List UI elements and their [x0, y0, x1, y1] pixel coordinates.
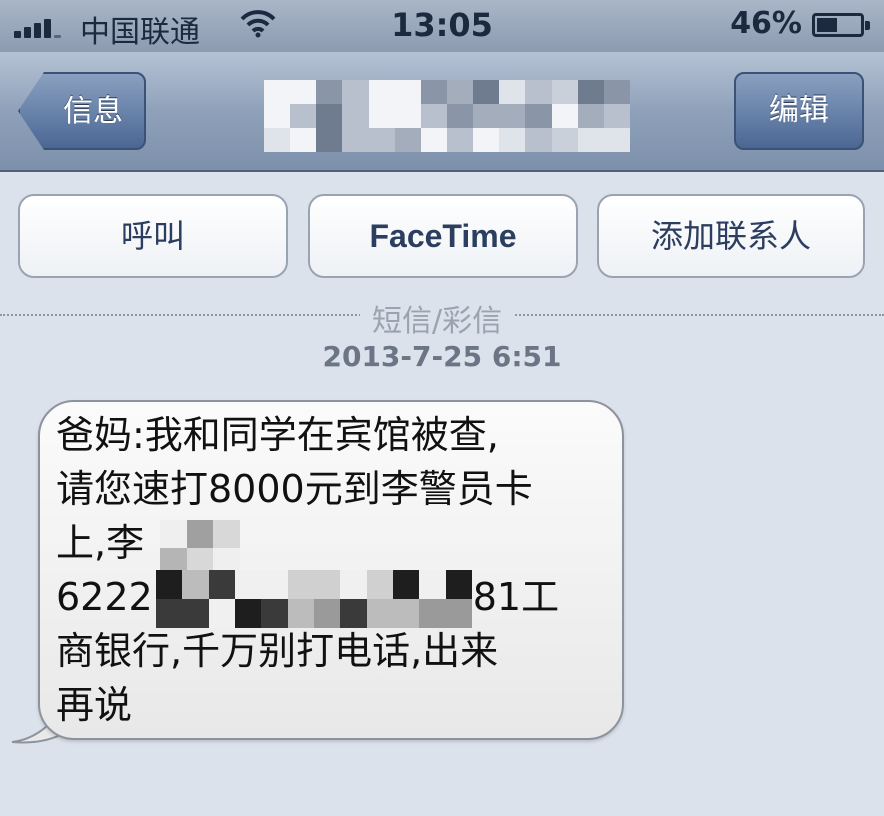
- mosaic-cell: [446, 80, 474, 104]
- mosaic-cell: [182, 599, 209, 628]
- mosaic-cell: [290, 128, 317, 152]
- mosaic-cell: [551, 104, 578, 128]
- redacted-card-mosaic: [156, 570, 472, 628]
- mosaic-cell: [525, 80, 552, 104]
- mosaic-cell: [393, 599, 420, 628]
- mosaic-cell: [156, 570, 183, 599]
- mosaic-cell: [208, 599, 235, 628]
- mosaic-cell: [182, 570, 209, 599]
- call-button[interactable]: 呼叫: [18, 194, 288, 278]
- mosaic-cell: [419, 570, 446, 599]
- status-bar: 中国联通 13:05 46%: [0, 0, 884, 52]
- add-contact-button[interactable]: 添加联系人: [597, 194, 865, 278]
- mosaic-cell: [314, 599, 341, 628]
- mosaic-cell: [235, 599, 262, 628]
- mosaic-cell: [499, 80, 526, 104]
- mosaic-cell: [577, 128, 604, 152]
- mosaic-cell: [445, 599, 472, 628]
- mosaic-cell: [446, 128, 474, 152]
- mosaic-cell: [264, 104, 291, 128]
- mosaic-cell: [186, 520, 214, 548]
- mosaic-cell: [603, 128, 630, 152]
- mosaic-cell: [445, 570, 472, 599]
- mosaic-cell: [368, 128, 395, 152]
- mosaic-cell: [261, 599, 288, 628]
- mosaic-cell: [420, 80, 447, 104]
- mosaic-cell: [366, 599, 393, 628]
- mosaic-cell: [473, 104, 500, 128]
- mosaic-cell: [160, 520, 187, 548]
- mosaic-cell: [368, 104, 395, 128]
- mosaic-cell: [264, 80, 291, 104]
- card-number-start: 6222: [56, 575, 153, 619]
- mosaic-cell: [213, 520, 240, 548]
- mosaic-cell: [316, 104, 343, 128]
- mosaic-cell: [525, 104, 552, 128]
- mosaic-cell: [446, 104, 474, 128]
- mosaic-cell: [342, 104, 369, 128]
- back-button[interactable]: 信息: [18, 72, 146, 150]
- mosaic-cell: [394, 104, 421, 128]
- mosaic-cell: [577, 104, 604, 128]
- mosaic-cell: [603, 104, 630, 128]
- mosaic-cell: [499, 104, 526, 128]
- mosaic-cell: [264, 128, 291, 152]
- mosaic-cell: [316, 80, 343, 104]
- card-number-end: 81工: [472, 575, 560, 619]
- mosaic-cell: [261, 570, 288, 599]
- mosaic-cell: [316, 128, 343, 152]
- mosaic-cell: [419, 599, 446, 628]
- mosaic-cell: [420, 128, 447, 152]
- mosaic-cell: [342, 128, 369, 152]
- mosaic-cell: [473, 80, 500, 104]
- redacted-name-mosaic: [160, 520, 240, 576]
- battery-fill: [817, 18, 838, 32]
- message-line: 再说: [56, 683, 133, 727]
- mosaic-cell: [340, 570, 367, 599]
- edit-button[interactable]: 编辑: [734, 72, 864, 150]
- mosaic-cell: [314, 570, 341, 599]
- mosaic-cell: [340, 599, 367, 628]
- navigation-bar: 信息 编辑: [0, 52, 884, 172]
- mosaic-cell: [499, 128, 526, 152]
- facetime-button[interactable]: FaceTime: [308, 194, 578, 278]
- mosaic-cell: [342, 80, 369, 104]
- mosaic-cell: [156, 599, 183, 628]
- mosaic-cell: [394, 128, 421, 152]
- mosaic-cell: [290, 104, 317, 128]
- battery-icon: [812, 13, 870, 37]
- message-line: 爸妈:我和同学在宾馆被查,: [56, 413, 499, 457]
- mosaic-cell: [393, 570, 420, 599]
- message-timestamp: 2013-7-25 6:51: [322, 340, 562, 373]
- battery-percent: 46%: [730, 6, 802, 41]
- mosaic-cell: [394, 80, 421, 104]
- mosaic-cell: [208, 570, 235, 599]
- mosaic-cell: [287, 599, 314, 628]
- mosaic-cell: [287, 570, 314, 599]
- mosaic-cell: [473, 128, 500, 152]
- mosaic-cell: [366, 570, 393, 599]
- mosaic-cell: [577, 80, 604, 104]
- message-line: 上,李: [56, 521, 145, 565]
- mosaic-cell: [420, 104, 447, 128]
- mosaic-cell: [603, 80, 630, 104]
- mosaic-cell: [525, 128, 552, 152]
- mosaic-cell: [551, 128, 578, 152]
- message-line: 商银行,千万别打电话,出来: [56, 629, 499, 673]
- mosaic-cell: [235, 570, 262, 599]
- mosaic-cell: [290, 80, 317, 104]
- message-line: 请您速打8000元到李警员卡: [56, 467, 533, 511]
- mosaic-cell: [368, 80, 395, 104]
- contact-title-redacted: [264, 80, 630, 152]
- message-type-label: 短信/彩信: [360, 296, 515, 340]
- mosaic-cell: [551, 80, 578, 104]
